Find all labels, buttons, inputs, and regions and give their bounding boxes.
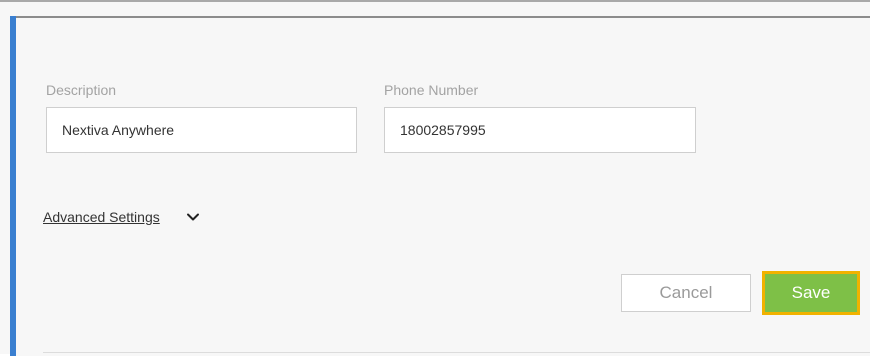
save-button[interactable]: Save: [762, 271, 860, 315]
phone-number-input[interactable]: [384, 107, 696, 153]
footer-divider: [43, 352, 870, 353]
description-label: Description: [46, 82, 117, 98]
advanced-settings-link[interactable]: Advanced Settings: [43, 209, 160, 225]
cancel-button[interactable]: Cancel: [621, 274, 751, 312]
form-panel: Description Phone Number Advanced Settin…: [0, 0, 870, 356]
description-input[interactable]: [46, 107, 357, 153]
panel-content: Description Phone Number Advanced Settin…: [16, 18, 870, 356]
phone-number-label: Phone Number: [384, 82, 479, 98]
chevron-down-icon[interactable]: [186, 210, 200, 224]
advanced-settings-toggle[interactable]: Advanced Settings: [43, 209, 200, 225]
